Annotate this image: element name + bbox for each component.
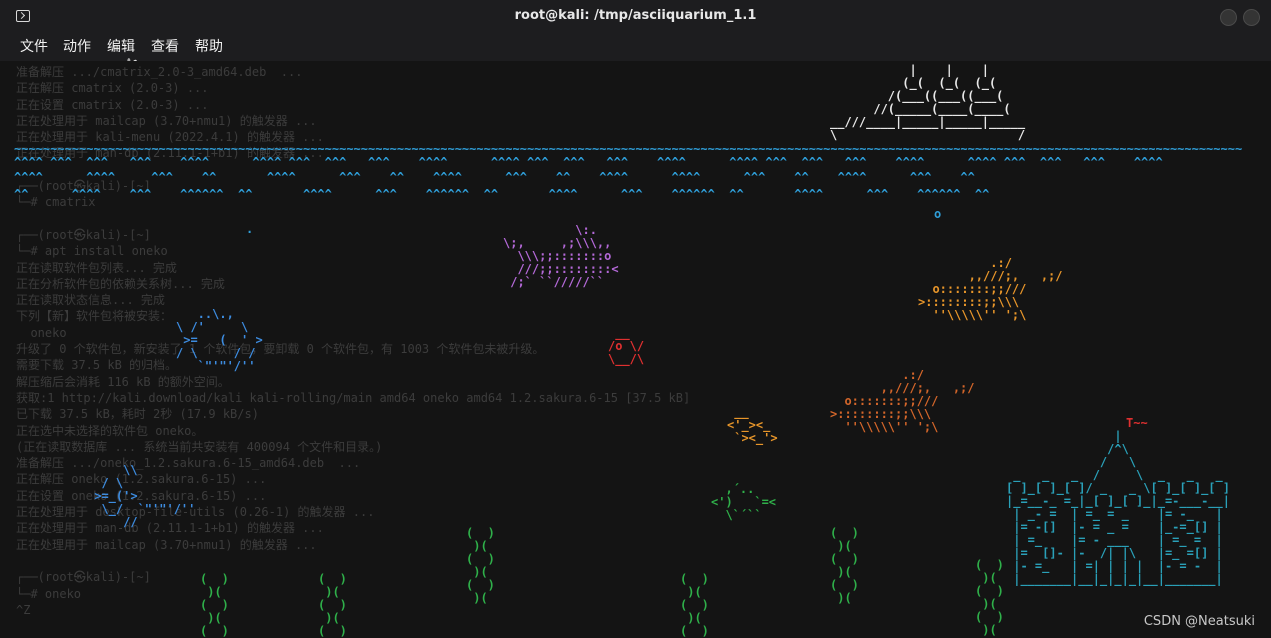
terminal-area[interactable]: 准备解压 .../cmatrix_2.0-3_amd64.deb ... 正在解… — [0, 61, 1271, 638]
title-bar: root@kali: /tmp/asciiquarium_1.1 — [0, 0, 1271, 35]
wave-line-2: ^^^^ ^^^ ^^^ ^^^ ^^^^ ^^^^ ^^^ ^^^ ^^^ ^… — [14, 155, 1163, 169]
fish-left-2: \\ / \ >=_('> \_/ `"'"'/'' // — [94, 463, 196, 529]
small-fish-1: __ <'_><_ `><_'> — [727, 405, 778, 445]
seaweed: ( ) )( ( ) )( ( ) )( — [318, 572, 347, 638]
bubble: . — [246, 222, 254, 236]
minimize-button[interactable] — [1220, 9, 1237, 26]
menu-file[interactable]: 文件 — [20, 36, 48, 56]
wave-line-4: ^^ ^^^^ ^^^ ^^^^^^ ^^ ^^^^ ^^^ ^^^^^^ ^^… — [14, 187, 990, 201]
fish-right-2: .:/ ,,///;, ,;/ o:::::::;;/// >::::::::;… — [830, 368, 975, 434]
seaweed: ( ) )( ( ) )( ( ) )( — [975, 558, 1004, 637]
maximize-button[interactable] — [1243, 9, 1260, 26]
small-fish-2: ,´.. <') `=< \`´`` — [711, 482, 777, 522]
castle-flag: T~~ — [1126, 416, 1148, 430]
fish-right-1: .:/ ,,///;, ,;/ o:::::::;;/// >::::::::;… — [918, 256, 1063, 322]
castle: | /^\ / \ _ _ _ / \ _ _ _ [ ]_[ ]_[ ]/ _… — [1006, 429, 1230, 586]
seaweed: ( ) )( ( ) )( ( ) )( — [466, 526, 495, 605]
fish-left-1: ..\., \ /' \ >= ( ' > / \ / / `"'"'/'' — [176, 307, 263, 373]
menu-help[interactable]: 帮助 — [195, 36, 223, 56]
bubble: o — [934, 207, 942, 221]
seaweed: ( ) )( ( ) )( ( ) )( — [830, 526, 859, 605]
menu-bar: 文件 动作 编辑 查看 帮助 — [0, 34, 1271, 61]
watermark: CSDN @Neatsuki — [1143, 614, 1255, 629]
fish-center: \:. \;, ,;\\\,, \\\;;:::::::o ///;;:::::… — [503, 223, 619, 289]
ship: | | | (_( (_( (_( /(___((___((___( //(__… — [830, 63, 1026, 142]
wave-line-3: ^^^^ ^^^^ ^^^ ^^ ^^^^ ^^^ ^^ ^^^^ ^^^ ^^… — [14, 170, 975, 184]
window-title: root@kali: /tmp/asciiquarium_1.1 — [514, 8, 757, 23]
menu-view[interactable]: 查看 — [151, 36, 179, 56]
seaweed: ( ) )( ( ) )( ( ) )( — [680, 572, 709, 638]
menu-action[interactable]: 动作 — [63, 36, 91, 56]
menu-edit[interactable]: 编辑 — [107, 36, 135, 56]
seaweed: ( ) )( ( ) )( ( ) )( — [200, 572, 229, 638]
small-fish-3: __ /o \/ \__/\ — [608, 326, 645, 366]
